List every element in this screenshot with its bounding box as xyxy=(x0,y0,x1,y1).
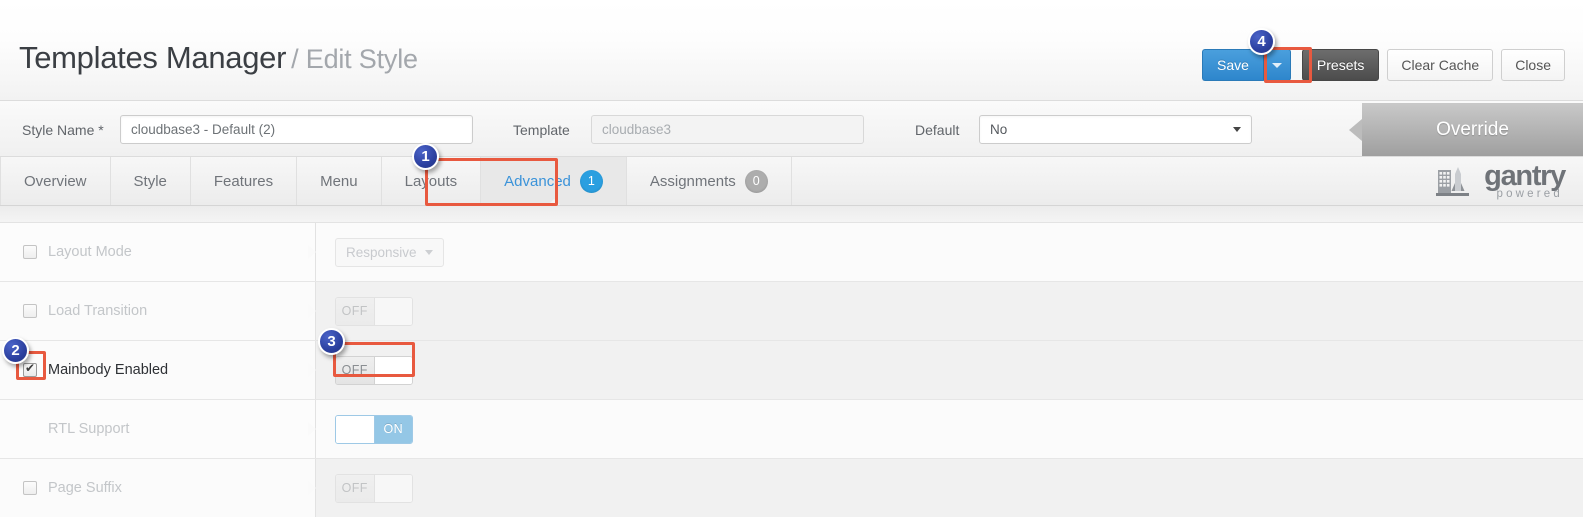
style-name-input[interactable]: cloudbase3 - Default (2) xyxy=(120,115,473,144)
layout-mode-label: Layout Mode xyxy=(48,244,132,260)
style-name-label: Style Name * xyxy=(22,121,104,138)
tab-label: Layouts xyxy=(404,172,458,190)
settings-row-load-transition: Load Transition OFF ON xyxy=(0,282,1583,341)
mainbody-enabled-label: Mainbody Enabled xyxy=(48,362,169,378)
tab-label: Advanced xyxy=(504,172,571,190)
page-title-sub: / Edit Style xyxy=(291,44,418,74)
rtl-support-label: RTL Support xyxy=(48,421,130,437)
save-button[interactable]: Save xyxy=(1201,49,1264,81)
default-select-value: No xyxy=(990,122,1008,137)
close-button[interactable]: Close xyxy=(1501,49,1565,81)
template-label: Template xyxy=(513,121,570,138)
advanced-settings-panel: Layout Mode Responsive Load Transition O… xyxy=(0,223,1583,517)
save-dropdown-button[interactable] xyxy=(1263,49,1291,81)
settings-row-mainbody-enabled: Mainbody Enabled OFF ON xyxy=(0,341,1583,400)
annotation-badge-2: 2 xyxy=(2,337,29,364)
layout-mode-checkbox[interactable] xyxy=(23,245,37,259)
gantry-wordmark: gantry powered xyxy=(1484,160,1566,201)
template-field-group: Template cloudbase3 xyxy=(513,115,864,144)
style-form-bar: Style Name * cloudbase3 - Default (2) Te… xyxy=(0,101,1583,157)
tab-menu[interactable]: Menu xyxy=(297,157,382,205)
toggle-on-segment: ON xyxy=(374,415,412,443)
tab-label: Assignments xyxy=(649,172,736,190)
settings-row-page-suffix: Page Suffix OFF ON xyxy=(0,459,1583,517)
chevron-down-icon xyxy=(1271,62,1282,68)
tab-assignments[interactable]: Assignments 0 xyxy=(627,157,792,205)
gantry-branding: gantry powered xyxy=(1436,160,1566,201)
settings-row-label-cell: Load Transition xyxy=(0,282,316,340)
override-banner[interactable]: Override xyxy=(1349,103,1583,156)
toggle-off-segment: OFF xyxy=(336,297,375,325)
load-transition-label: Load Transition xyxy=(48,303,148,319)
page-suffix-toggle[interactable]: OFF ON xyxy=(335,473,413,503)
load-transition-checkbox[interactable] xyxy=(23,304,37,318)
default-select[interactable]: No xyxy=(979,115,1252,144)
settings-row-layout-mode: Layout Mode Responsive xyxy=(0,223,1583,282)
annotation-badge-1: 1 xyxy=(412,143,439,170)
annotation-badge-4: 4 xyxy=(1248,28,1275,55)
toggle-off-segment: OFF xyxy=(336,356,375,384)
template-input: cloudbase3 xyxy=(591,115,864,144)
mainbody-enabled-toggle[interactable]: OFF ON xyxy=(335,355,413,385)
mainbody-enabled-checkbox[interactable] xyxy=(23,361,37,377)
tab-advanced[interactable]: Advanced 1 xyxy=(481,157,627,205)
layout-mode-select-value: Responsive xyxy=(346,244,417,260)
settings-row-control-cell: OFF ON xyxy=(316,400,1583,458)
settings-row-rtl-support: RTL Support OFF ON xyxy=(0,400,1583,459)
settings-row-control-cell: Responsive xyxy=(316,223,1583,281)
settings-row-label-cell: Mainbody Enabled xyxy=(0,341,316,399)
settings-row-control-cell: OFF ON xyxy=(316,459,1583,517)
settings-row-label-cell: Layout Mode xyxy=(0,223,316,281)
annotation-badge-3: 3 xyxy=(318,328,345,355)
toggle-on-segment: ON xyxy=(374,297,412,325)
page-suffix-label: Page Suffix xyxy=(48,480,122,496)
page-title-main: Templates Manager xyxy=(19,40,287,75)
gantry-tagline: powered xyxy=(1496,188,1563,200)
page-suffix-checkbox[interactable] xyxy=(23,481,37,495)
page-header: Templates Manager / Edit Style Save Prese… xyxy=(0,0,1583,101)
content-spacer xyxy=(0,206,1583,223)
tab-label: Overview xyxy=(24,172,87,190)
tab-assignments-badge: 0 xyxy=(744,169,768,193)
toggle-on-segment: ON xyxy=(374,474,412,502)
default-label: Default xyxy=(915,121,960,138)
rtl-support-toggle[interactable]: OFF ON xyxy=(335,414,413,444)
default-field-group: Default No xyxy=(915,115,1252,144)
templates-manager-page: Templates Manager / Edit Style Save Prese… xyxy=(0,0,1583,517)
toggle-on-segment: ON xyxy=(374,356,412,384)
settings-row-control-cell: OFF ON xyxy=(316,282,1583,340)
settings-rows: Layout Mode Responsive Load Transition O… xyxy=(0,223,1583,517)
tab-features[interactable]: Features xyxy=(191,157,298,205)
settings-row-label-cell: Page Suffix xyxy=(0,459,316,517)
gantry-name: gantry xyxy=(1484,160,1566,192)
toggle-off-segment: OFF xyxy=(336,474,375,502)
style-name-field-group: Style Name * cloudbase3 - Default (2) xyxy=(22,115,473,144)
page-title: Templates Manager / Edit Style xyxy=(19,40,418,76)
tab-advanced-badge: 1 xyxy=(579,169,603,193)
load-transition-toggle[interactable]: OFF ON xyxy=(335,296,413,326)
chevron-down-icon xyxy=(1233,127,1241,132)
chevron-down-icon xyxy=(424,249,433,255)
layout-mode-select[interactable]: Responsive xyxy=(335,237,444,267)
tab-label: Menu xyxy=(320,172,358,190)
tab-bar: Overview Style Features Menu Layouts Adv… xyxy=(0,157,1583,206)
tab-overview[interactable]: Overview xyxy=(0,157,111,205)
toggle-off-segment: OFF xyxy=(336,415,375,443)
tab-style[interactable]: Style xyxy=(111,157,191,205)
gantry-rocket-icon xyxy=(1436,167,1470,197)
presets-button[interactable]: Presets xyxy=(1301,49,1380,81)
clear-cache-button[interactable]: Clear Cache xyxy=(1387,49,1494,81)
tab-label: Features xyxy=(213,172,274,190)
settings-row-control-cell: OFF ON xyxy=(316,341,1583,399)
tab-label: Style xyxy=(133,172,167,190)
settings-row-label-cell: RTL Support xyxy=(0,400,316,458)
